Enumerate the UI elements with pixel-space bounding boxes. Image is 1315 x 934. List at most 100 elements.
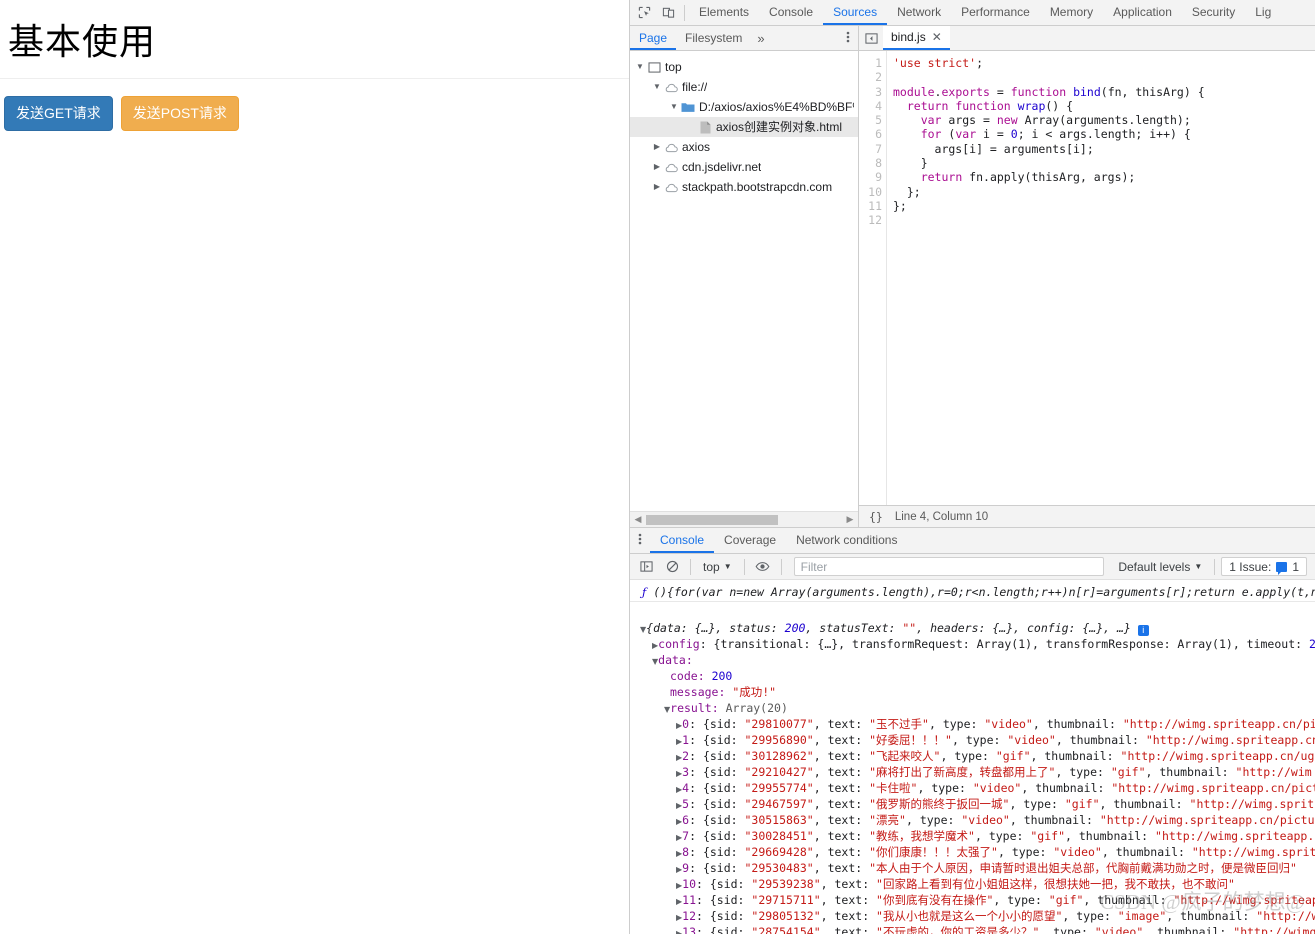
tree-item-label: stackpath.bootstrapcdn.com (682, 180, 833, 194)
chevron-down-icon: ▼ (723, 562, 732, 571)
navigator-horizontal-scrollbar[interactable]: ◀ ▶ (630, 511, 858, 527)
console-message-row[interactable]: message: "成功!" (630, 684, 1315, 700)
tree-item[interactable]: ▶ stackpath.bootstrapcdn.com (630, 177, 858, 197)
console-result-item[interactable]: ▶2: {sid: "30128962", text: "飞起来咬人", typ… (630, 748, 1315, 764)
code-line[interactable] (893, 213, 1315, 227)
scrollbar-track[interactable] (644, 514, 844, 526)
console-output[interactable]: ƒ (){for(var n=new Array(arguments.lengt… (630, 580, 1315, 934)
console-result-item[interactable]: ▶6: {sid: "30515863", text: "漂亮", type: … (630, 812, 1315, 828)
tree-item[interactable]: ▶ cdn.jsdelivr.net (630, 157, 858, 177)
console-result-item[interactable]: ▶7: {sid: "30028451", text: "教练，我想学魔术", … (630, 828, 1315, 844)
pretty-print-icon[interactable]: {} (865, 510, 887, 524)
code-line[interactable]: args[i] = arguments[i]; (893, 142, 1315, 156)
cloud-icon (663, 162, 679, 173)
line-number-gutter: 1 2 3 4 5 6 7 8 9 10 11 12 (859, 51, 887, 505)
tab-sources[interactable]: Sources (823, 0, 888, 25)
console-code-row[interactable]: code: 200 (630, 668, 1315, 684)
console-result-item[interactable]: ▶10: {sid: "29539238", text: "回家路上看到有位小姐… (630, 876, 1315, 892)
devtools-panel: Elements Console Sources Network Perform… (629, 0, 1315, 934)
chevron-right-icon[interactable]: ▶ (651, 177, 663, 197)
console-response-object[interactable]: ▼{data: {…}, status: 200, statusText: ""… (630, 620, 1315, 636)
console-result-item[interactable]: ▶4: {sid: "29955774", text: "卡住啦", type:… (630, 780, 1315, 796)
console-result-item[interactable]: ▶12: {sid: "29805132", text: "我从小也就是这么一个… (630, 908, 1315, 924)
code-line[interactable]: for (var i = 0; i < args.length; i++) { (893, 127, 1315, 141)
source-code[interactable]: 'use strict'; module.exports = function … (887, 51, 1315, 505)
console-result-item[interactable]: ▶3: {sid: "29210427", text: "麻将打出了新高度，转盘… (630, 764, 1315, 780)
frame-icon (646, 61, 662, 73)
tree-item[interactable]: ▼ file:// (630, 77, 858, 97)
tab-elements[interactable]: Elements (689, 0, 759, 25)
scroll-right-icon[interactable]: ▶ (844, 514, 856, 525)
tab-performance[interactable]: Performance (951, 0, 1040, 25)
tab-network[interactable]: Network (887, 0, 951, 25)
drawer-tab-network-conditions[interactable]: Network conditions (786, 528, 907, 553)
code-line[interactable]: module.exports = function bind(fn, thisA… (893, 85, 1315, 99)
chevron-right-icon[interactable]: ▶ (651, 137, 663, 157)
devtools-drawer: Console Coverage Network conditions top … (630, 527, 1315, 934)
tab-console[interactable]: Console (759, 0, 823, 25)
line-number: 6 (875, 127, 882, 142)
code-line[interactable]: return fn.apply(thisArg, args); (893, 170, 1315, 184)
show-navigator-icon[interactable] (859, 32, 883, 45)
navigator-tab-filesystem[interactable]: Filesystem (676, 26, 751, 50)
sources-navigator: Page Filesystem » ▼ top ▼ file://▼ D:/axios/… (630, 26, 859, 527)
device-toolbar-icon[interactable] (656, 1, 680, 25)
chevron-down-icon[interactable]: ▼ (651, 77, 663, 97)
tab-memory[interactable]: Memory (1040, 0, 1103, 25)
console-sidebar-icon[interactable] (634, 556, 658, 578)
tree-item[interactable]: axios创建实例对象.html (630, 117, 858, 137)
drawer-tab-console[interactable]: Console (650, 528, 715, 553)
console-result-item[interactable]: ▶5: {sid: "29467597", text: "俄罗斯的熊终于扳回一城… (630, 796, 1315, 812)
console-filter-input[interactable]: Filter (793, 557, 1105, 576)
close-icon[interactable]: ✕ (932, 30, 942, 44)
chevron-down-icon[interactable]: ▼ (634, 57, 646, 77)
console-config-row[interactable]: ▶config: {transitional: {…}, transformRe… (630, 636, 1315, 652)
web-page-pane: 基本使用 发送GET请求 发送POST请求 (0, 0, 629, 934)
code-line[interactable]: } (893, 156, 1315, 170)
code-line[interactable]: return function wrap() { (893, 99, 1315, 113)
js-context-selector[interactable]: top ▼ (697, 560, 738, 574)
tab-security[interactable]: Security (1182, 0, 1245, 25)
inspect-element-icon[interactable] (632, 1, 656, 25)
tree-item-label: file:// (682, 80, 708, 94)
console-result-item[interactable]: ▶1: {sid: "29956890", text: "好委屈！！！", ty… (630, 732, 1315, 748)
tab-lighthouse[interactable]: Lig (1245, 0, 1281, 25)
send-post-request-button[interactable]: 发送POST请求 (120, 95, 239, 132)
console-result-item[interactable]: ▶8: {sid: "29669428", text: "你们康康！！！太强了"… (630, 844, 1315, 860)
live-expression-eye-icon[interactable] (751, 556, 775, 578)
drawer-tab-coverage[interactable]: Coverage (714, 528, 786, 553)
console-toolbar: top ▼ Filter Default levels ▼ 1 Issue: 1 (630, 554, 1315, 580)
console-spacer (630, 602, 1315, 620)
code-line[interactable]: }; (893, 199, 1315, 213)
chevron-down-icon[interactable]: ▼ (668, 97, 680, 117)
tree-item[interactable]: ▼ top (630, 57, 858, 77)
scrollbar-thumb[interactable] (646, 514, 778, 525)
drawer-kebab-menu-icon[interactable] (630, 532, 650, 549)
editor-tab-bind-js[interactable]: bind.js ✕ (883, 26, 950, 50)
code-line[interactable]: }; (893, 185, 1315, 199)
console-result-item[interactable]: ▶0: {sid: "29810077", text: "玉不过手", type… (630, 716, 1315, 732)
editor-tabbar: bind.js ✕ (859, 26, 1315, 51)
tab-application[interactable]: Application (1103, 0, 1182, 25)
tree-item[interactable]: ▼ D:/axios/axios%E4%BD%BF%E7 (630, 97, 858, 117)
log-level-selector[interactable]: Default levels ▼ (1112, 560, 1208, 574)
code-area[interactable]: 1 2 3 4 5 6 7 8 9 10 11 12 'use strict'; module.exp… (859, 51, 1315, 505)
console-result-row[interactable]: ▼result: Array(20) (630, 700, 1315, 716)
console-result-item[interactable]: ▶11: {sid: "29715711", text: "你到底有没有在操作"… (630, 892, 1315, 908)
clear-console-icon[interactable] (660, 556, 684, 578)
console-result-item[interactable]: ▶9: {sid: "29530483", text: "本人由于个人原因，申请… (630, 860, 1315, 876)
code-line[interactable] (893, 70, 1315, 84)
code-line[interactable]: var args = new Array(arguments.length); (893, 113, 1315, 127)
scroll-left-icon[interactable]: ◀ (632, 514, 644, 525)
chevron-right-icon[interactable]: ▶ (651, 157, 663, 177)
navigator-kebab-menu-icon[interactable] (838, 30, 858, 47)
code-line[interactable]: 'use strict'; (893, 56, 1315, 70)
send-get-request-button[interactable]: 发送GET请求 (4, 95, 113, 132)
navigator-more-tabs-icon[interactable]: » (751, 31, 770, 46)
issues-button[interactable]: 1 Issue: 1 (1221, 557, 1307, 576)
tree-item[interactable]: ▶ axios (630, 137, 858, 157)
console-result-item[interactable]: ▶13: {sid: "28754154", text: "不玩虚的，你的工资是… (630, 924, 1315, 934)
console-data-row[interactable]: ▼data: (630, 652, 1315, 668)
navigator-tabbar: Page Filesystem » (630, 26, 858, 51)
navigator-tab-page[interactable]: Page (630, 26, 677, 50)
